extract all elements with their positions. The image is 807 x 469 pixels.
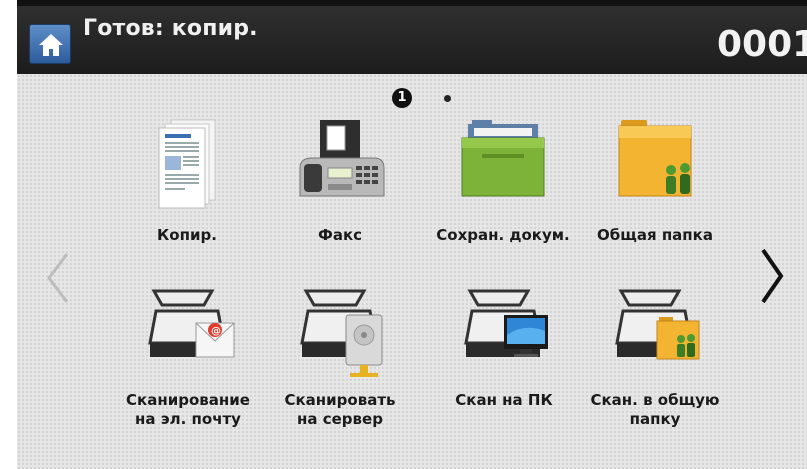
app-label: Сканирование на эл. почту [126,391,250,428]
shared-folder-icon [580,110,730,215]
green-folder-icon [428,110,578,215]
app-label: Сканировать на сервер [284,391,396,428]
app-label: Факс [317,226,363,244]
status-bar: Готов: копир. 0001 [17,0,807,74]
copy-document-icon [112,110,262,215]
status-title: Готов: копир. [83,16,258,41]
svg-text:@: @ [211,326,221,337]
page-dot-active[interactable]: 1 [392,88,412,108]
fax-machine-icon [265,110,415,215]
page-dot[interactable] [444,95,451,102]
app-label: Копир. [157,226,217,244]
scan-to-email-icon: @ [113,283,263,388]
app-label: Сохран. докум. [436,226,570,244]
app-label: Скан на ПК [455,391,553,409]
copy-counter: 0001 [717,24,807,65]
app-label: Скан. в общую папку [590,391,720,428]
device-screen: Готов: копир. 0001 1 Копир. Факс Сохран.… [17,0,807,469]
scan-to-shared-folder-icon [580,283,730,388]
next-page-arrow-icon[interactable] [759,248,785,304]
home-icon [39,34,63,56]
scan-to-pc-icon [429,283,579,388]
scan-to-server-icon [265,283,415,388]
app-label: Общая папка [597,226,713,244]
home-button[interactable] [29,24,71,64]
previous-page-arrow-icon[interactable] [45,252,71,304]
